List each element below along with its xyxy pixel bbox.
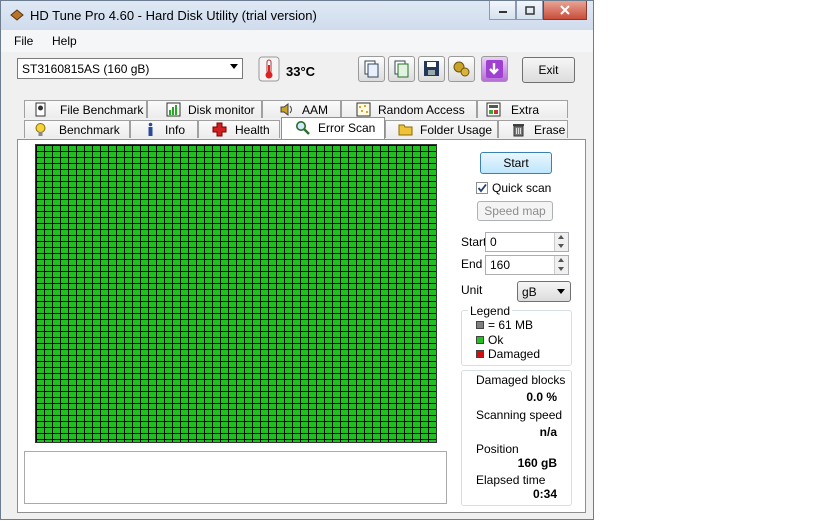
- copy-report-icon: [394, 60, 409, 78]
- drive-select[interactable]: ST3160815AS (160 gB): [17, 58, 243, 79]
- scanning-speed-label: Scanning speed: [476, 408, 563, 422]
- title-bar: HD Tune Pro 4.60 - Hard Disk Utility (tr…: [1, 1, 593, 30]
- damaged-blocks-value: 0.0 %: [526, 390, 557, 404]
- elapsed-time-value: 0:34: [532, 487, 557, 501]
- save-button[interactable]: [418, 56, 445, 82]
- menu-bar: File Help: [1, 30, 593, 52]
- app-icon: [10, 9, 24, 21]
- info-icon: [148, 122, 153, 136]
- tab-aam[interactable]: AAM: [262, 100, 341, 118]
- temperature-readout: 33°C: [286, 64, 316, 79]
- position-value: 160 gB: [517, 456, 557, 470]
- tab-health[interactable]: Health: [198, 120, 280, 138]
- tab-label: Error Scan: [318, 121, 376, 135]
- caption-buttons: [489, 1, 587, 21]
- window-title: HD Tune Pro 4.60 - Hard Disk Utility (tr…: [30, 8, 317, 23]
- lightbulb-icon: [35, 123, 46, 136]
- menu-help[interactable]: Help: [52, 34, 77, 48]
- file-benchmark-icon: [35, 102, 46, 117]
- maximize-icon: [524, 5, 535, 15]
- tab-erase[interactable]: Erase: [498, 120, 568, 138]
- minimize-button[interactable]: [489, 1, 516, 20]
- tab-info[interactable]: Info: [130, 120, 198, 138]
- tab-label: Disk monitor: [188, 103, 255, 117]
- extra-tests-icon: [486, 102, 501, 117]
- thermometer-icon: [258, 56, 280, 82]
- tab-label: Info: [165, 123, 186, 137]
- start-label: Start: [461, 235, 487, 249]
- block-size-swatch: [476, 321, 484, 329]
- elapsed-time-label: Elapsed time: [476, 473, 546, 487]
- tab-folder-usage[interactable]: Folder Usage: [385, 120, 498, 138]
- tab-label: AAM: [302, 103, 329, 117]
- tab-label: Random Access: [378, 103, 465, 117]
- end-input-value: 160: [490, 258, 511, 272]
- damaged-blocks-label: Damaged blocks: [476, 373, 566, 387]
- copy-info-button[interactable]: [358, 56, 385, 82]
- tab-random-access[interactable]: Random Access: [341, 100, 477, 118]
- minimize-icon: [498, 11, 507, 13]
- speaker-icon: [280, 103, 292, 116]
- position-label: Position: [476, 442, 519, 456]
- download-icon: [486, 60, 503, 78]
- damaged-swatch: [476, 350, 484, 358]
- block-size-label: = 61 MB: [488, 318, 534, 332]
- copy-info-icon: [364, 60, 379, 78]
- folder-icon: [398, 124, 413, 136]
- scanning-speed-value: n/a: [539, 425, 557, 439]
- spin-up-icon[interactable]: [554, 233, 568, 242]
- spin-down-icon[interactable]: [554, 265, 568, 274]
- legend-title: Legend: [468, 304, 513, 318]
- health-cross-icon: [212, 122, 227, 137]
- checkmark-icon: [477, 183, 487, 193]
- trash-icon: [513, 124, 524, 137]
- scan-block-map: [35, 144, 437, 443]
- drive-select-value: ST3160815AS (160 gB): [22, 62, 150, 76]
- tab-label: Benchmark: [59, 123, 120, 137]
- end-input[interactable]: 160: [485, 255, 569, 275]
- damaged-label: Damaged: [488, 347, 541, 361]
- start-input[interactable]: 0: [485, 232, 569, 252]
- close-button[interactable]: [543, 1, 587, 20]
- close-icon: [560, 5, 570, 15]
- tab-error-scan[interactable]: Error Scan: [281, 117, 385, 139]
- disk-monitor-icon: [166, 102, 181, 117]
- spin-down-icon[interactable]: [554, 242, 568, 251]
- spin-up-icon[interactable]: [554, 256, 568, 265]
- save-icon: [424, 61, 439, 76]
- download-button[interactable]: [481, 56, 508, 82]
- chevron-down-icon: [557, 289, 565, 294]
- tab-label: Erase: [534, 123, 566, 137]
- quick-scan-checkbox[interactable]: [476, 182, 488, 194]
- ok-label: Ok: [488, 333, 504, 347]
- chevron-down-icon: [230, 64, 238, 69]
- ok-swatch: [476, 336, 484, 344]
- start-input-value: 0: [490, 235, 497, 249]
- copy-report-button[interactable]: [388, 56, 415, 82]
- tab-label: Folder Usage: [420, 123, 493, 137]
- start-button[interactable]: Start: [480, 152, 552, 174]
- tab-extra-tests[interactable]: Extra tests: [477, 100, 568, 131]
- tab-benchmark[interactable]: Benchmark: [24, 120, 130, 138]
- exit-button[interactable]: Exit: [522, 57, 575, 83]
- magnifier-icon: [296, 121, 310, 135]
- quick-scan-label: Quick scan: [492, 181, 552, 195]
- options-button[interactable]: [448, 56, 475, 82]
- end-label: End: [461, 257, 483, 271]
- options-icon: [453, 61, 470, 77]
- unit-label: Unit: [461, 283, 483, 297]
- unit-select[interactable]: gB: [517, 281, 571, 302]
- speed-map-button[interactable]: Speed map: [477, 201, 553, 221]
- unit-select-value: gB: [522, 285, 537, 299]
- scan-log-box[interactable]: [24, 451, 447, 504]
- tab-label: Health: [235, 123, 270, 137]
- app-window: HD Tune Pro 4.60 - Hard Disk Utility (tr…: [0, 0, 594, 520]
- random-access-icon: [356, 102, 371, 117]
- tab-label: File Benchmark: [60, 103, 144, 117]
- menu-file[interactable]: File: [14, 34, 33, 48]
- tab-file-benchmark[interactable]: File Benchmark: [24, 100, 147, 118]
- maximize-button[interactable]: [516, 1, 543, 20]
- tab-disk-monitor[interactable]: Disk monitor: [147, 100, 262, 118]
